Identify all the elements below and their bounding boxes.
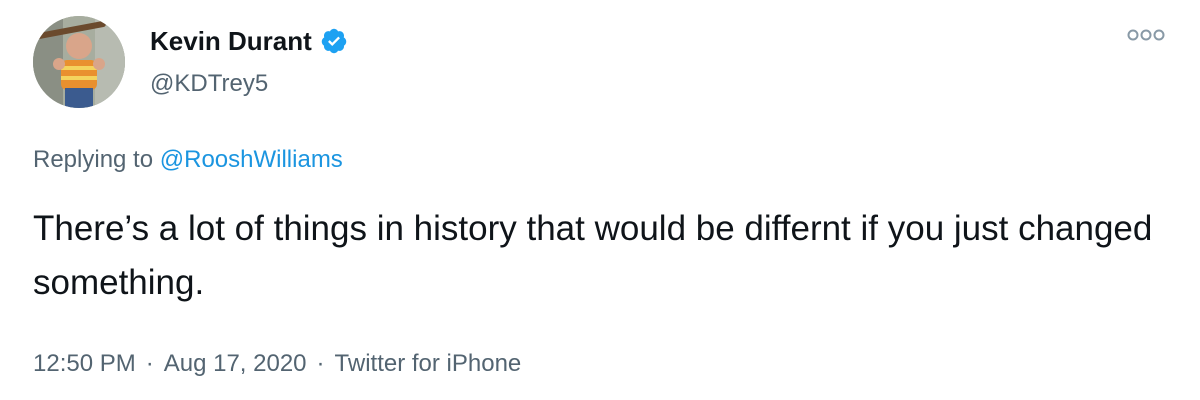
more-options-icon[interactable] <box>1126 28 1166 42</box>
tweet-date[interactable]: Aug 17, 2020 <box>164 349 307 379</box>
meta-separator: · <box>316 350 325 377</box>
replying-to: Replying to @RooshWilliams <box>33 145 343 175</box>
tweet-source[interactable]: Twitter for iPhone <box>335 349 522 379</box>
tweet-text: There’s a lot of things in history that … <box>33 209 1153 302</box>
verified-badge-icon <box>321 28 347 54</box>
avatar[interactable] <box>33 16 125 108</box>
author-handle[interactable]: @KDTrey5 <box>150 70 268 98</box>
meta-separator: · <box>145 350 154 377</box>
tweet-card: Kevin Durant @KDTrey5 Replying to @Roosh… <box>0 0 1200 400</box>
tweet-time[interactable]: 12:50 PM <box>33 349 136 379</box>
reply-mention-link[interactable]: @RooshWilliams <box>160 146 343 173</box>
author-row: Kevin Durant <box>150 26 348 56</box>
tweet-meta: 12:50 PM · Aug 17, 2020 · Twitter for iP… <box>33 349 521 379</box>
avatar-photo <box>33 16 125 108</box>
replying-to-label: Replying to <box>33 146 154 173</box>
author-display-name[interactable]: Kevin Durant <box>150 26 312 56</box>
